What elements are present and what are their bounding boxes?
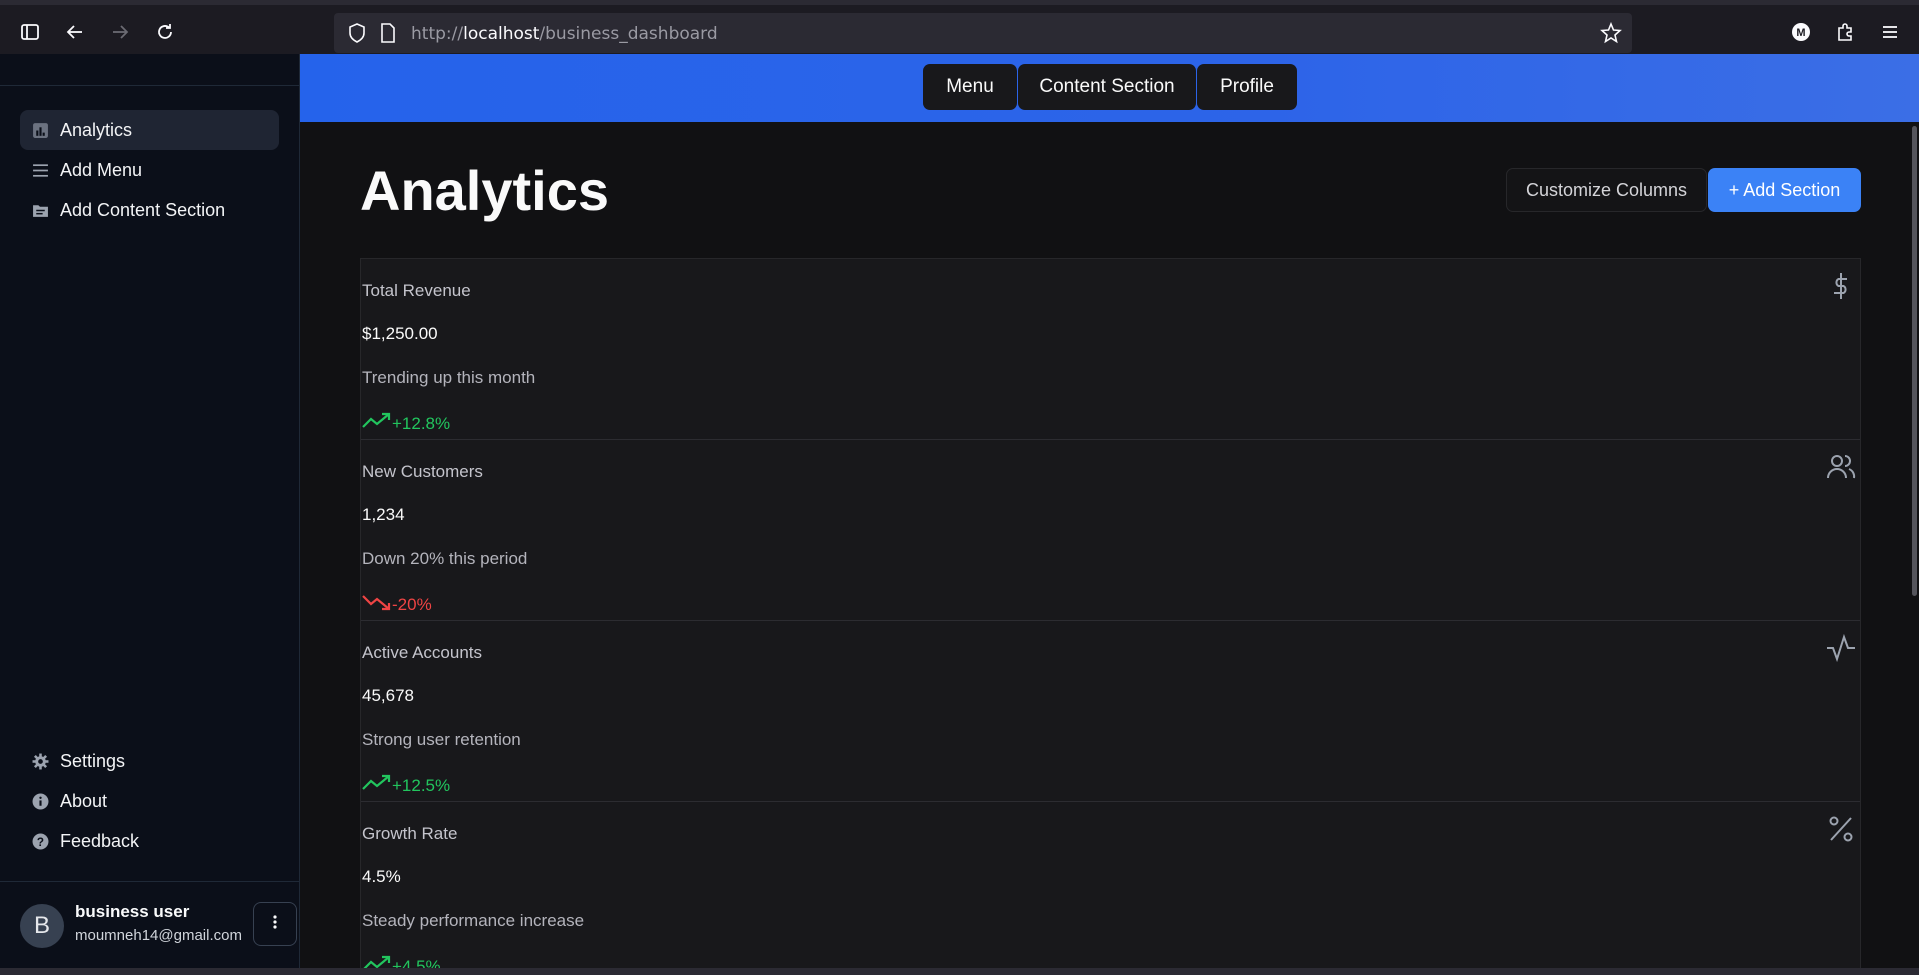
- add-section-button[interactable]: + Add Section: [1708, 168, 1861, 212]
- trend-value: -20%: [392, 594, 432, 614]
- stats-card-list: Total Revenue $1,250.00 Trending up this…: [360, 258, 1861, 975]
- sidebar-item-add-menu[interactable]: Add Menu: [20, 150, 279, 190]
- bookmark-star-icon[interactable]: [1600, 21, 1622, 49]
- trending-down-icon: [362, 593, 392, 616]
- sidebar-item-label: Analytics: [60, 119, 133, 140]
- main-content: Menu Content Section Profile Analytics C…: [300, 54, 1919, 975]
- customize-columns-button[interactable]: Customize Columns: [1506, 168, 1707, 212]
- stat-card-new-customers: New Customers 1,234 Down 20% this period…: [361, 440, 1860, 621]
- stat-card-active-accounts: Active Accounts 45,678 Strong user reten…: [361, 621, 1860, 802]
- avatar: B: [20, 904, 64, 948]
- card-title: Growth Rate: [362, 824, 458, 843]
- folder-icon: [20, 202, 60, 219]
- card-value: 4.5%: [362, 867, 401, 886]
- card-trend: +12.8%: [362, 412, 450, 435]
- card-trend: +12.5%: [362, 774, 450, 797]
- users-icon: [1826, 452, 1860, 486]
- reload-icon[interactable]: [150, 17, 180, 47]
- help-icon: ?: [20, 833, 60, 850]
- card-description: Down 20% this period: [362, 549, 528, 568]
- sidebar-item-label: Settings: [60, 750, 126, 771]
- scrollbar[interactable]: [1912, 126, 1917, 596]
- url-bar[interactable]: http://localhost/business_dashboard: [334, 13, 1632, 53]
- trend-value: +12.8%: [392, 413, 451, 433]
- svg-text:?: ?: [36, 835, 43, 848]
- hamburger-menu-icon[interactable]: [1875, 17, 1905, 47]
- sidebar-toggle-icon[interactable]: [15, 17, 45, 47]
- card-value: $1,250.00: [362, 324, 438, 343]
- user-menu-button[interactable]: [253, 902, 297, 946]
- trending-up-icon: [362, 412, 392, 435]
- card-value: 45,678: [362, 686, 414, 705]
- more-vertical-icon: [272, 914, 278, 935]
- shield-icon[interactable]: [348, 23, 366, 48]
- svg-text:M: M: [1796, 27, 1805, 39]
- nav-content-section-button[interactable]: Content Section: [1018, 64, 1196, 110]
- card-description: Strong user retention: [362, 730, 521, 749]
- percent-icon: [1826, 814, 1860, 848]
- top-nav: Menu Content Section Profile: [300, 54, 1919, 122]
- url-text[interactable]: http://localhost/business_dashboard: [411, 24, 718, 44]
- card-title: New Customers: [362, 462, 483, 481]
- sidebar-divider: [0, 85, 300, 86]
- card-title: Active Accounts: [362, 643, 483, 662]
- stat-card-growth-rate: Growth Rate 4.5% Steady performance incr…: [361, 802, 1860, 975]
- sidebar-item-label: Feedback: [60, 830, 140, 851]
- trending-up-icon: [362, 774, 392, 797]
- browser-toolbar: http://localhost/business_dashboard M: [0, 0, 1919, 54]
- gear-icon: [20, 753, 60, 770]
- page-icon: [380, 23, 396, 48]
- sidebar-item-analytics[interactable]: Analytics: [20, 110, 279, 150]
- sidebar-divider: [0, 881, 300, 882]
- window-bottom-edge: [0, 968, 1919, 975]
- sidebar-item-add-content-section[interactable]: Add Content Section: [20, 190, 279, 230]
- forward-icon[interactable]: [105, 17, 135, 47]
- user-name: business user: [75, 902, 190, 921]
- nav-profile-button[interactable]: Profile: [1197, 64, 1297, 110]
- menu-lines-icon: [20, 162, 60, 179]
- dollar-icon: [1826, 271, 1860, 305]
- chart-icon: [20, 122, 60, 139]
- sidebar-item-about[interactable]: About: [20, 781, 279, 821]
- sidebar-item-settings[interactable]: Settings: [20, 741, 279, 781]
- sidebar-item-feedback[interactable]: ? Feedback: [20, 821, 279, 861]
- card-description: Trending up this month: [362, 368, 536, 387]
- info-icon: [20, 793, 60, 810]
- user-email: moumneh14@gmail.com: [75, 927, 242, 944]
- back-icon[interactable]: [60, 17, 90, 47]
- activity-icon: [1826, 633, 1860, 667]
- page-title: Analytics: [360, 159, 609, 222]
- card-value: 1,234: [362, 505, 405, 524]
- sidebar: Analytics Add Menu Add Content Section S…: [0, 54, 300, 975]
- trend-value: +12.5%: [392, 775, 451, 795]
- extensions-icon[interactable]: [1830, 17, 1860, 47]
- nav-menu-button[interactable]: Menu: [923, 64, 1017, 110]
- stat-card-total-revenue: Total Revenue $1,250.00 Trending up this…: [361, 259, 1860, 440]
- sidebar-item-label: Add Content Section: [60, 199, 226, 220]
- card-description: Steady performance increase: [362, 911, 585, 930]
- card-title: Total Revenue: [362, 281, 471, 300]
- card-trend: -20%: [362, 593, 432, 616]
- sidebar-item-label: About: [60, 790, 108, 811]
- account-icon[interactable]: M: [1786, 17, 1816, 47]
- sidebar-item-label: Add Menu: [60, 159, 143, 180]
